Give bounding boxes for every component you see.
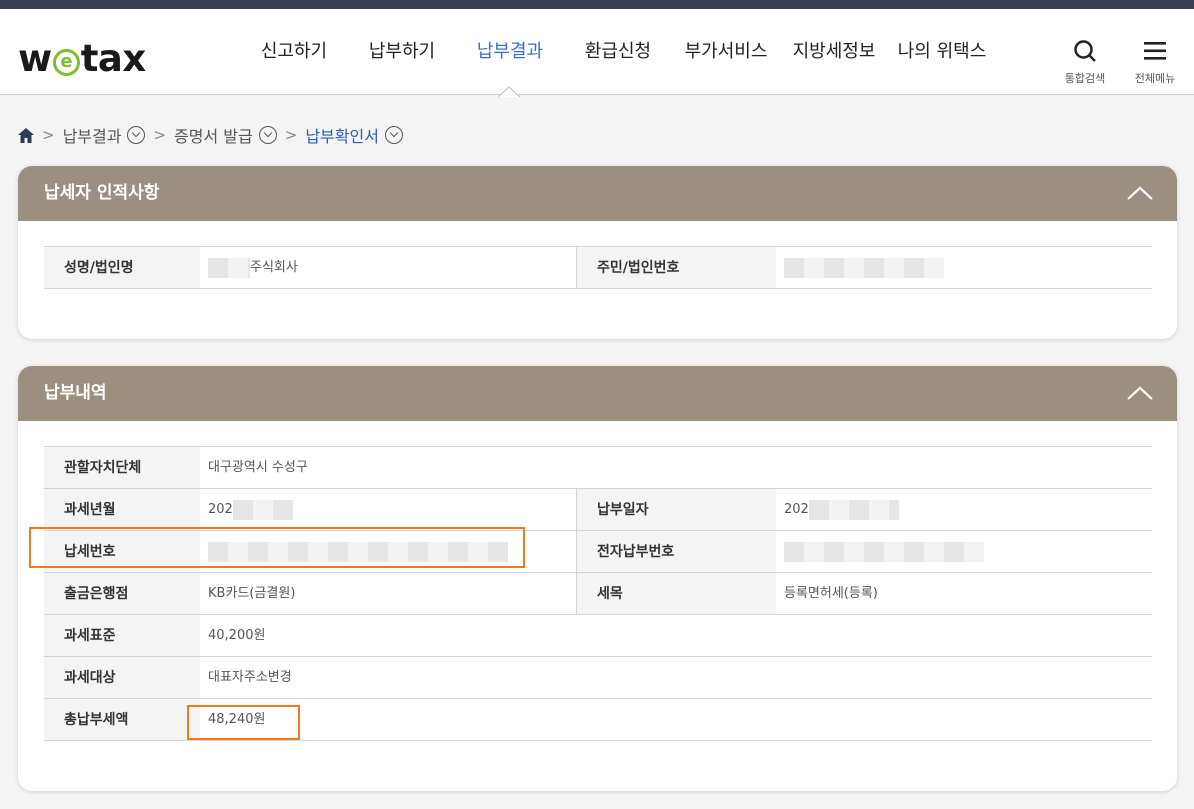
tax-standard-label: 과세표준	[44, 615, 200, 656]
jurisdiction-label: 관할자치단체	[44, 447, 200, 488]
epay-number-label: 전자납부번호	[577, 531, 776, 572]
breadcrumb-item-certificate[interactable]: 증명서 발급	[174, 123, 253, 147]
tax-object-label: 과세대상	[44, 657, 200, 698]
taxpayer-table: 성명/법인명 주식회사 주민/법인번호	[44, 246, 1152, 289]
tax-item-value: 등록면허세(등록)	[784, 586, 878, 601]
nav-pay-result[interactable]: 납부결과	[456, 37, 564, 63]
tax-period-value: 202	[200, 489, 577, 530]
table-row: 과세표준 40,200원	[44, 615, 1152, 657]
tax-item-label: 세목	[577, 573, 776, 614]
total-tax-value: 48,240원	[208, 712, 266, 727]
hamburger-icon	[1144, 42, 1166, 60]
payment-date-label: 납부일자	[577, 489, 776, 530]
taxpayer-panel: 납세자 인적사항 성명/법인명 주식회사 주민/법인번호	[18, 166, 1177, 339]
taxpayer-panel-title: 납세자 인적사항	[44, 183, 160, 203]
table-row: 과세년월 202 납부일자 202	[44, 489, 1152, 531]
masked-value	[232, 499, 293, 520]
search-label: 통합검색	[1064, 72, 1106, 85]
name-label: 성명/법인명	[44, 247, 200, 288]
epay-number-value	[776, 531, 1152, 572]
chevron-down-icon[interactable]	[127, 126, 146, 144]
chevron-right-icon: >	[284, 126, 298, 144]
masked-value	[784, 541, 984, 562]
search-button[interactable]: 통합검색	[1062, 39, 1108, 86]
table-row: 관할자치단체 대구광역시 수성구	[44, 447, 1152, 489]
main-nav: 신고하기 납부하기 납부결과 환급신청 부가서비스 지방세정보 나의 위택스	[240, 37, 996, 63]
payment-date-value: 202	[776, 489, 1152, 530]
nav-pay[interactable]: 납부하기	[348, 37, 456, 63]
id-number-value	[776, 247, 1152, 288]
payment-panel-header[interactable]: 납부내역	[18, 366, 1177, 421]
full-menu-button[interactable]: 전체메뉴	[1132, 39, 1178, 86]
payment-panel-title: 납부내역	[44, 383, 107, 403]
nav-local-tax-info[interactable]: 지방세정보	[780, 37, 888, 63]
collapse-icon[interactable]	[1127, 386, 1153, 400]
nav-refund[interactable]: 환급신청	[564, 37, 672, 63]
total-tax-label: 총납부세액	[44, 699, 200, 740]
jurisdiction-value: 대구광역시 수성구	[208, 460, 308, 475]
chevron-down-icon[interactable]	[384, 126, 403, 144]
bank-label: 출금은행점	[44, 573, 200, 614]
site-header: w e tax 신고하기 납부하기 납부결과 환급신청 부가서비스 지방세정보 나의…	[0, 9, 1194, 98]
table-row: 성명/법인명 주식회사 주민/법인번호	[44, 247, 1152, 289]
bank-value: KB카드(금결원)	[200, 573, 577, 614]
search-icon	[1074, 40, 1096, 62]
tax-object-value: 대표자주소변경	[208, 670, 292, 685]
home-icon[interactable]	[18, 127, 34, 143]
breadcrumb: > 납부결과 > 증명서 발급 > 납부확인서	[18, 123, 403, 147]
breadcrumb-item-pay-result[interactable]: 납부결과	[63, 123, 122, 147]
tax-standard-value: 40,200원	[208, 628, 266, 643]
breadcrumb-item-current[interactable]: 납부확인서	[305, 123, 379, 147]
chevron-down-icon[interactable]	[258, 126, 277, 144]
wetax-logo[interactable]: w e tax	[18, 37, 146, 80]
highlight-box-tax-number	[29, 527, 525, 568]
table-row: 출금은행점 KB카드(금결원) 세목 등록면허세(등록)	[44, 573, 1152, 615]
nav-my-wetax[interactable]: 나의 위택스	[888, 37, 996, 63]
tax-period-label: 과세년월	[44, 489, 200, 530]
active-nav-indicator	[498, 86, 520, 98]
masked-value	[208, 257, 250, 278]
collapse-icon[interactable]	[1127, 186, 1153, 200]
table-row: 과세대상 대표자주소변경	[44, 657, 1152, 699]
chevron-right-icon: >	[153, 126, 167, 144]
name-value: 주식회사	[200, 247, 577, 288]
masked-value	[784, 257, 944, 278]
payment-table: 관할자치단체 대구광역시 수성구 과세년월 202 납부일자 202 납세번호 …	[44, 446, 1152, 741]
full-menu-label: 전체메뉴	[1134, 72, 1176, 85]
id-number-label: 주민/법인번호	[577, 247, 776, 288]
masked-value	[808, 499, 899, 520]
nav-report[interactable]: 신고하기	[240, 37, 348, 63]
top-bar	[0, 0, 1194, 9]
highlight-box-total	[187, 705, 300, 740]
chevron-right-icon: >	[42, 126, 55, 144]
taxpayer-panel-header[interactable]: 납세자 인적사항	[18, 166, 1177, 221]
nav-extra-services[interactable]: 부가서비스	[672, 37, 780, 63]
